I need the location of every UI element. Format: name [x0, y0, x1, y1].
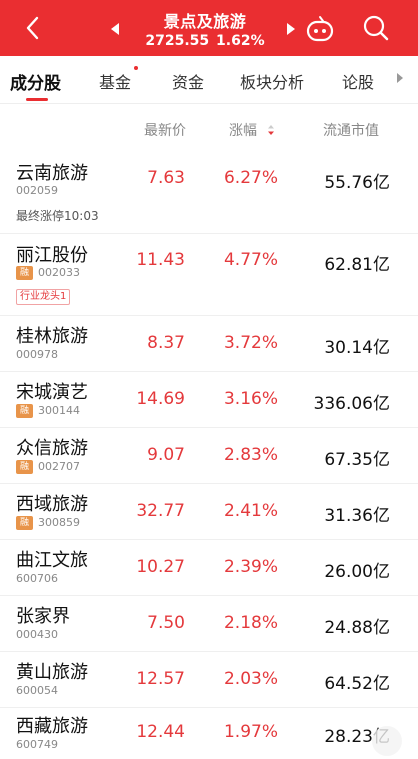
more-tabs-arrow-icon[interactable]	[397, 73, 403, 83]
stock-market-cap: 31.36亿	[324, 506, 390, 526]
stock-market-cap: 24.88亿	[324, 618, 390, 638]
table-row[interactable]: 西藏旅游 600749 12.44 1.97% 28.23亿	[0, 708, 418, 759]
index-change: 1.62%	[216, 33, 265, 49]
page-title: 景点及旅游	[163, 12, 247, 31]
stock-market-cap: 64.52亿	[324, 674, 390, 694]
table-row[interactable]: 桂林旅游 000978 8.37 3.72% 30.14亿	[0, 316, 418, 372]
column-header-change[interactable]: 涨幅	[229, 120, 257, 140]
margin-trading-badge: 融	[16, 460, 33, 474]
chevron-left-icon	[26, 16, 39, 40]
stock-name: 西藏旅游	[16, 716, 88, 737]
column-header-market-cap[interactable]: 流通市值	[323, 120, 379, 140]
limit-up-note: 最终涨停10:03	[16, 209, 99, 223]
stock-price: 11.43	[136, 250, 185, 270]
stock-code: 600749	[16, 738, 58, 751]
stock-code: 002707	[38, 460, 80, 473]
stock-change: 3.16%	[223, 389, 278, 409]
stock-price: 12.57	[136, 669, 185, 689]
stock-change: 1.97%	[223, 722, 278, 742]
table-header: 最新价 涨幅 流通市值	[0, 104, 418, 152]
tab-bar: 成分股 基金 资金 板块分析 论股	[0, 56, 418, 104]
stock-price: 32.77	[136, 501, 185, 521]
stock-name: 西域旅游	[16, 494, 88, 515]
stock-name: 桂林旅游	[16, 326, 88, 347]
tab-discussion[interactable]: 论股	[342, 69, 374, 93]
new-dot-badge	[134, 66, 138, 70]
tab-sector-analysis[interactable]: 板块分析	[240, 69, 304, 93]
stock-market-cap: 30.14亿	[324, 338, 390, 358]
stock-code: 002059	[16, 184, 58, 197]
table-row[interactable]: 曲江文旅 600706 10.27 2.39% 26.00亿	[0, 540, 418, 596]
margin-trading-badge: 融	[16, 516, 33, 530]
active-tab-indicator	[26, 98, 48, 101]
tab-constituents[interactable]: 成分股	[10, 69, 61, 94]
next-sector-button[interactable]	[287, 23, 295, 35]
stock-price: 7.50	[147, 613, 185, 633]
stock-price: 8.37	[147, 333, 185, 353]
stock-market-cap: 26.00亿	[324, 562, 390, 582]
top-bar: 景点及旅游 2725.55 1.62%	[0, 0, 418, 56]
stock-price: 7.63	[147, 168, 185, 188]
stock-price: 12.44	[136, 722, 185, 742]
stock-change: 4.77%	[223, 250, 278, 270]
table-row[interactable]: 众信旅游 融 002707 9.07 2.83% 67.35亿	[0, 428, 418, 484]
index-quote: 2725.55 1.62%	[124, 33, 286, 49]
stock-price: 9.07	[147, 445, 185, 465]
stock-change: 2.83%	[223, 445, 278, 465]
table-row[interactable]: 黄山旅游 600054 12.57 2.03% 64.52亿	[0, 652, 418, 708]
stock-code: 000430	[16, 628, 58, 641]
stock-name: 黄山旅游	[16, 662, 88, 683]
table-row[interactable]: 丽江股份 融 002033 11.43 4.77% 62.81亿 行业龙头1	[0, 234, 418, 316]
stock-code: 000978	[16, 348, 58, 361]
stock-price: 10.27	[136, 557, 185, 577]
stock-name: 众信旅游	[16, 438, 88, 459]
sort-icon[interactable]	[267, 124, 275, 136]
margin-trading-badge: 融	[16, 266, 33, 280]
prev-sector-button[interactable]	[111, 23, 119, 35]
stock-code: 600054	[16, 684, 58, 697]
stock-name: 丽江股份	[16, 245, 88, 266]
table-row[interactable]: 宋城演艺 融 300144 14.69 3.16% 336.06亿	[0, 372, 418, 428]
margin-trading-badge: 融	[16, 404, 33, 418]
stock-code: 600706	[16, 572, 58, 585]
stock-code: 300859	[38, 516, 80, 529]
stock-name: 曲江文旅	[16, 550, 88, 571]
search-button[interactable]	[362, 14, 390, 42]
tab-capital-flow[interactable]: 资金	[172, 69, 204, 93]
stock-code: 002033	[38, 266, 80, 279]
stock-change: 2.41%	[223, 501, 278, 521]
stock-change: 3.72%	[223, 333, 278, 353]
stock-change: 2.39%	[223, 557, 278, 577]
stock-change: 6.27%	[223, 168, 278, 188]
table-row[interactable]: 云南旅游 002059 7.63 6.27% 55.76亿 最终涨停10:03	[0, 152, 418, 234]
stock-change: 2.18%	[223, 613, 278, 633]
table-row[interactable]: 张家界 000430 7.50 2.18% 24.88亿	[0, 596, 418, 652]
stock-price: 14.69	[136, 389, 185, 409]
industry-leader-tag: 行业龙头1	[16, 289, 71, 305]
robot-icon	[306, 16, 334, 42]
stock-code: 300144	[38, 404, 80, 417]
stock-change: 2.03%	[223, 669, 278, 689]
column-header-price[interactable]: 最新价	[144, 120, 186, 140]
back-button[interactable]	[22, 14, 44, 42]
stock-market-cap: 55.76亿	[324, 173, 390, 193]
search-icon	[363, 15, 389, 41]
stock-market-cap: 67.35亿	[324, 450, 390, 470]
floating-assistant-icon[interactable]	[372, 726, 402, 756]
assistant-button[interactable]	[304, 14, 336, 44]
stock-name: 张家界	[16, 606, 70, 627]
index-value: 2725.55	[145, 33, 210, 49]
stock-market-cap: 62.81亿	[324, 255, 390, 275]
stock-name: 云南旅游	[16, 163, 88, 184]
stock-name: 宋城演艺	[16, 382, 88, 403]
tab-funds[interactable]: 基金	[99, 69, 131, 93]
table-row[interactable]: 西域旅游 融 300859 32.77 2.41% 31.36亿	[0, 484, 418, 540]
stock-market-cap: 336.06亿	[313, 394, 390, 414]
